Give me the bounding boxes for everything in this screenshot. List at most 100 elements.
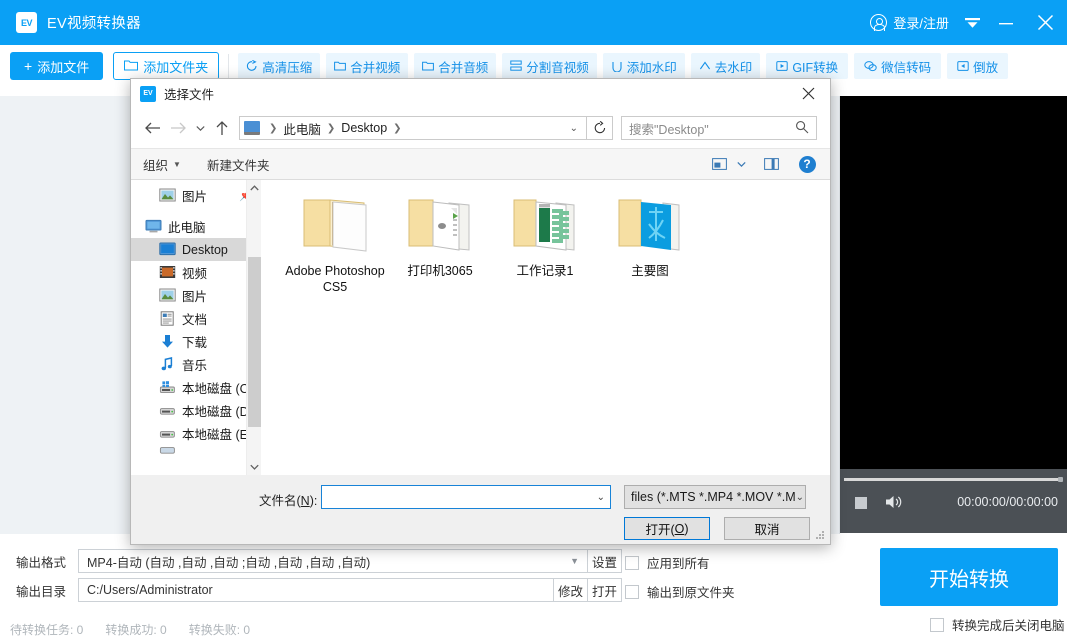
dialog-titlebar: EV 选择文件 bbox=[131, 79, 830, 108]
file-list-view[interactable]: Adobe Photoshop CS5 打印机3065 工作记录1 主要图 bbox=[261, 180, 830, 475]
open-button[interactable]: 打开(O) bbox=[624, 517, 710, 540]
navpane-item-desktop[interactable]: Desktop bbox=[131, 238, 261, 261]
breadcrumb-separator: ❯ bbox=[269, 122, 278, 134]
navpane-item-partial[interactable] bbox=[131, 445, 261, 455]
navpane-item-pictures[interactable]: 图片 bbox=[131, 284, 261, 307]
help-icon: ? bbox=[798, 155, 816, 173]
navpane-item-downloads[interactable]: 下载 bbox=[131, 330, 261, 353]
file-type-filter-select[interactable]: files (*.MTS *.MP4 *.MOV *.M ⌄ bbox=[624, 485, 806, 509]
tool-compress-button[interactable]: 高清压缩 bbox=[238, 53, 321, 79]
add-file-button[interactable]: + 添加文件 bbox=[10, 52, 104, 80]
command-bar-right-group: ? bbox=[706, 152, 830, 176]
volume-button[interactable] bbox=[885, 494, 905, 515]
main-menu-button[interactable] bbox=[955, 0, 989, 45]
output-to-source-checkbox[interactable]: 输出到原文件夹 bbox=[625, 582, 735, 601]
seek-handle[interactable] bbox=[1058, 477, 1063, 482]
tool-reverse-button[interactable]: 倒放 bbox=[947, 53, 1009, 79]
chevron-down-icon[interactable]: ⌄ bbox=[597, 492, 605, 503]
nav-recent-button[interactable] bbox=[191, 115, 209, 141]
preview-pane-button[interactable] bbox=[758, 152, 784, 176]
apply-all-label: 应用到所有 bbox=[647, 557, 710, 571]
chevron-down-icon[interactable]: ⌄ bbox=[570, 123, 582, 134]
navpane-item-label: 音乐 bbox=[182, 359, 208, 373]
video-preview-surface[interactable] bbox=[840, 96, 1067, 469]
chevron-down-icon bbox=[250, 464, 259, 470]
reverse-icon bbox=[957, 60, 969, 72]
view-options-button[interactable] bbox=[706, 152, 732, 176]
tool-split-button[interactable]: 分割音视频 bbox=[502, 53, 597, 79]
nav-forward-button[interactable] bbox=[165, 115, 191, 141]
navpane-item-drive-d[interactable]: 本地磁盘 (D:) bbox=[131, 399, 261, 422]
tool-merge-audio-button[interactable]: 合并音频 bbox=[414, 53, 497, 79]
status-success: 转换成功: 0 bbox=[105, 623, 167, 637]
help-button[interactable]: ? bbox=[794, 152, 820, 176]
tool-remove-watermark-label: 去水印 bbox=[714, 60, 753, 75]
filename-label-accesskey: N bbox=[300, 494, 310, 508]
search-input[interactable]: 搜索"Desktop" bbox=[629, 119, 709, 138]
close-button[interactable] bbox=[1023, 0, 1067, 45]
file-item[interactable]: 打印机3065 bbox=[388, 194, 492, 295]
login-register-button[interactable]: 登录/注册 bbox=[864, 13, 955, 32]
output-format-select[interactable]: MP4-自动 (自动 ,自动 ,自动 ;自动 ,自动 ,自动 ,自动) ▼ bbox=[78, 549, 588, 573]
output-dir-field[interactable]: C:/Users/Administrator bbox=[78, 578, 554, 602]
scroll-down-button[interactable] bbox=[247, 459, 261, 475]
output-dir-modify-label: 修改 bbox=[557, 584, 583, 599]
add-folder-button[interactable]: 添加文件夹 bbox=[113, 52, 220, 80]
resize-grip[interactable] bbox=[816, 531, 826, 541]
tool-add-watermark-button[interactable]: 添加水印 bbox=[602, 53, 685, 79]
scrollbar-thumb[interactable] bbox=[248, 257, 261, 427]
navpane-item-label: 视频 bbox=[182, 267, 208, 281]
scroll-up-button[interactable] bbox=[247, 180, 261, 196]
tool-merge-video-button[interactable]: 合并视频 bbox=[326, 53, 409, 79]
file-item-name: 工作记录1 bbox=[516, 264, 574, 278]
nav-up-button[interactable] bbox=[209, 115, 235, 141]
tool-wechat-button[interactable]: 微信转码 bbox=[854, 53, 942, 79]
seek-slider[interactable] bbox=[844, 477, 1063, 482]
drive-icon bbox=[159, 445, 176, 455]
breadcrumb-item-this-pc[interactable]: 此电脑 bbox=[283, 119, 321, 138]
format-settings-label: 设置 bbox=[591, 555, 617, 570]
toolbar-divider bbox=[228, 54, 230, 78]
navpane-item-pictures-quick[interactable]: 图片 📌 bbox=[131, 184, 261, 207]
minimize-button[interactable] bbox=[989, 0, 1023, 45]
dialog-command-bar: 组织 ▼ 新建文件夹 ? bbox=[131, 148, 830, 180]
filename-input[interactable]: ⌄ bbox=[321, 485, 611, 509]
output-dir-modify-button[interactable]: 修改 bbox=[554, 578, 588, 602]
start-convert-button[interactable]: 开始转换 bbox=[880, 548, 1058, 606]
address-bar[interactable]: ❯ 此电脑 ❯ Desktop ❯ ⌄ bbox=[239, 116, 587, 140]
stop-button[interactable] bbox=[855, 497, 867, 509]
file-item[interactable]: 主要图 bbox=[598, 194, 702, 295]
folder-icon bbox=[611, 194, 689, 256]
apply-all-checkbox[interactable]: 应用到所有 bbox=[625, 553, 710, 572]
view-options-caret-button[interactable] bbox=[734, 152, 748, 176]
refresh-button[interactable] bbox=[587, 116, 613, 140]
refresh-icon bbox=[594, 121, 605, 134]
drive-icon bbox=[159, 426, 176, 442]
shutdown-after-convert-checkbox[interactable]: 转换完成后关闭电脑 bbox=[930, 615, 1065, 634]
new-folder-button[interactable]: 新建文件夹 bbox=[207, 155, 270, 174]
videos-icon bbox=[159, 265, 176, 281]
tool-gif-button[interactable]: GIF转换 bbox=[766, 53, 849, 79]
navpane-item-drive-e[interactable]: 本地磁盘 (E:) bbox=[131, 422, 261, 445]
output-dir-label: 输出目录 bbox=[16, 584, 67, 599]
dialog-close-button[interactable] bbox=[786, 79, 830, 108]
tool-compress-label: 高清压缩 bbox=[262, 60, 313, 75]
nav-back-button[interactable] bbox=[139, 115, 165, 141]
format-settings-button[interactable]: 设置 bbox=[588, 549, 622, 573]
file-item[interactable]: Adobe Photoshop CS5 bbox=[283, 194, 387, 295]
tool-remove-watermark-button[interactable]: 去水印 bbox=[690, 53, 761, 79]
cancel-button[interactable]: 取消 bbox=[724, 517, 810, 540]
output-dir-open-button[interactable]: 打开 bbox=[588, 578, 622, 602]
navpane-item-music[interactable]: 音乐 bbox=[131, 353, 261, 376]
organize-menu-button[interactable]: 组织 ▼ bbox=[143, 155, 181, 174]
pictures-icon bbox=[159, 288, 176, 304]
navpane-item-this-pc[interactable]: 此电脑 bbox=[131, 215, 261, 238]
breadcrumb-item-desktop[interactable]: Desktop bbox=[341, 121, 387, 135]
navpane-item-drive-c[interactable]: 本地磁盘 (C:) bbox=[131, 376, 261, 399]
navpane-item-videos[interactable]: 视频 bbox=[131, 261, 261, 284]
arrow-left-icon bbox=[144, 122, 160, 134]
file-item[interactable]: 工作记录1 bbox=[493, 194, 597, 295]
navpane-scrollbar[interactable] bbox=[246, 180, 261, 475]
search-box[interactable]: 搜索"Desktop" bbox=[621, 116, 817, 140]
navpane-item-documents[interactable]: 文档 bbox=[131, 307, 261, 330]
